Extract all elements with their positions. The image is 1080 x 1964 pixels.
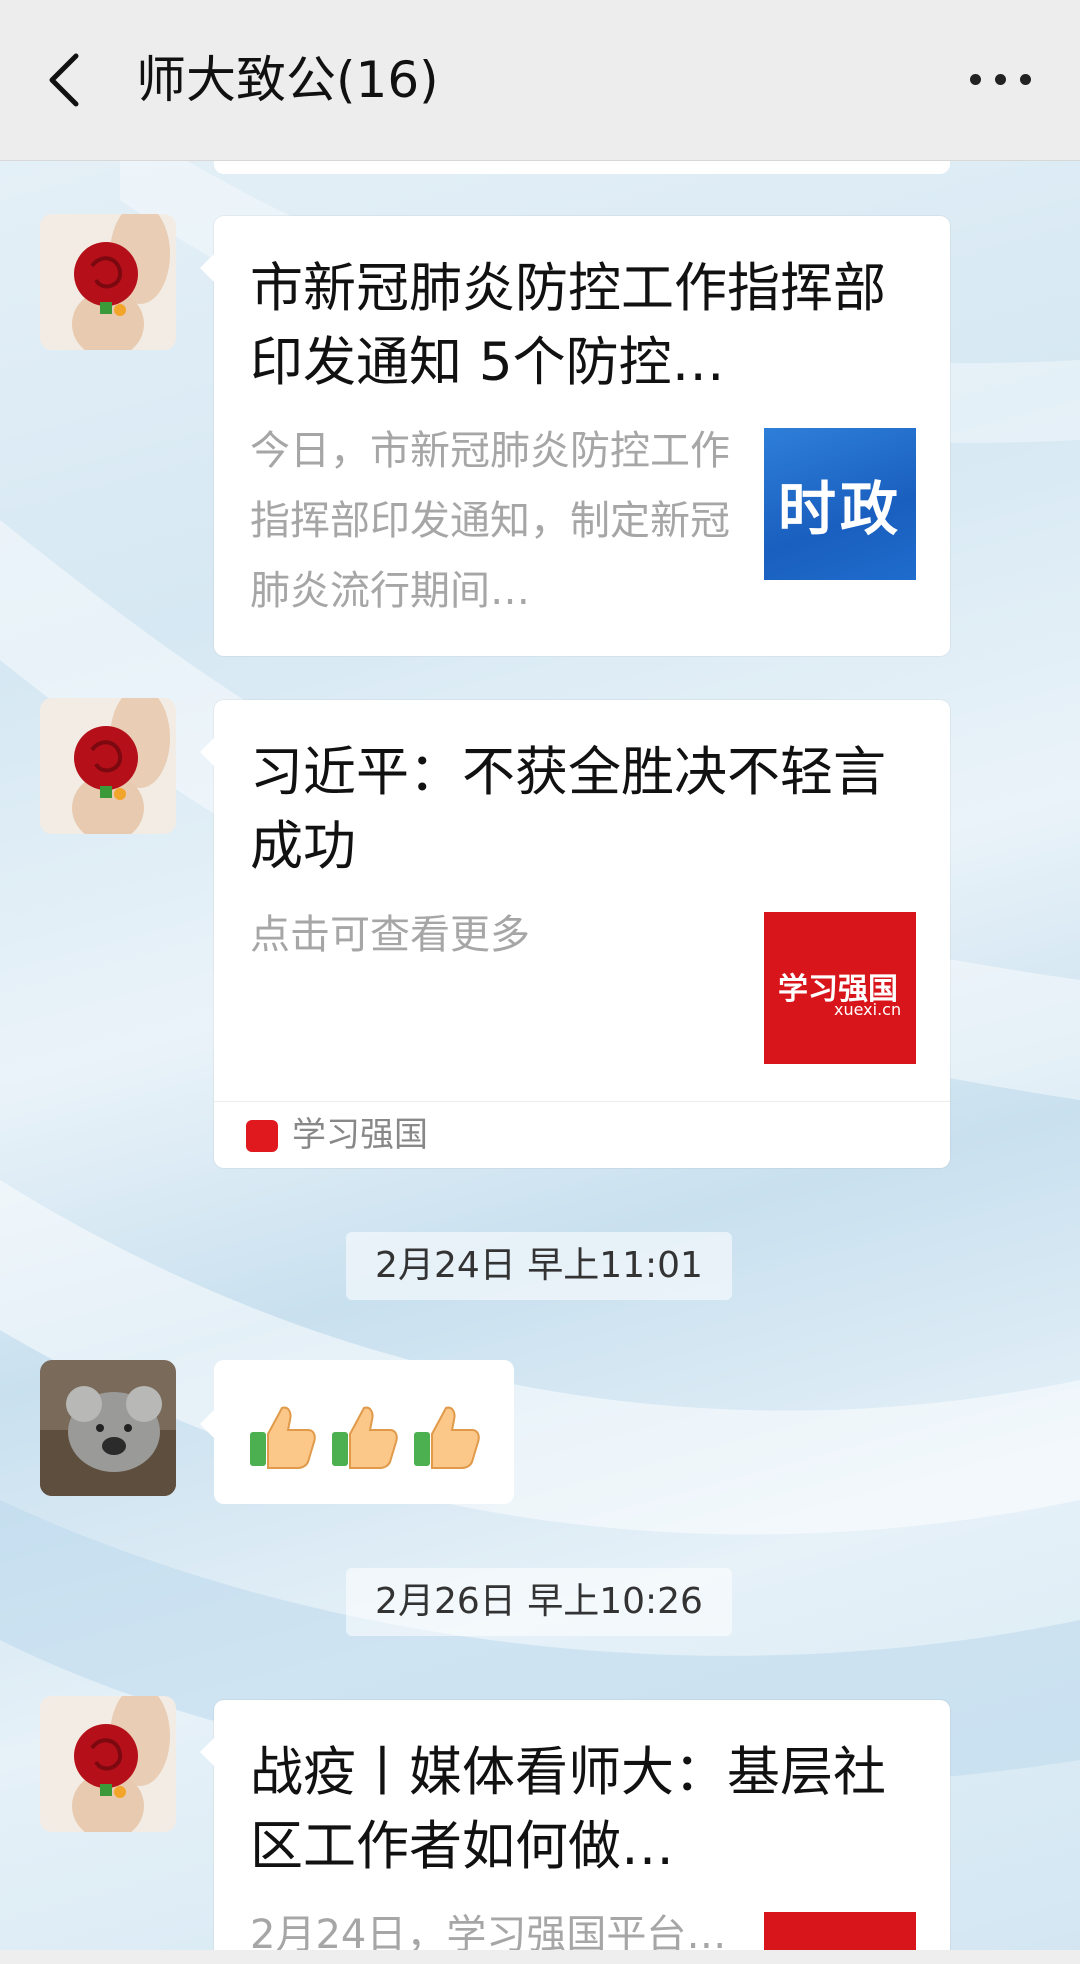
card-source-bar: 学习强国 [214, 1101, 950, 1168]
avatar[interactable] [40, 214, 176, 350]
avatar[interactable] [40, 698, 176, 834]
more-options-icon[interactable] [966, 64, 1036, 94]
thumbnail-sublabel: xuexi.cn [834, 1000, 902, 1019]
card-description: 今日，市新冠肺炎防控工作指挥部印发通知，制定新冠肺炎流行期间… [250, 428, 730, 614]
avatar[interactable] [40, 1696, 176, 1832]
link-card[interactable]: 习近平：不获全胜决不轻言成功 点击可查看更多 学习强国 xuexi.cn 学习强… [200, 700, 950, 1168]
chat-title: 师大致公(16) [136, 51, 439, 109]
card-title: 市新冠肺炎防控工作指挥部印发通知 5个防控… [250, 258, 886, 393]
card-thumbnail: 时政 [764, 428, 916, 580]
back-arrow-icon[interactable] [44, 52, 84, 108]
thumbs-up-icon [414, 1406, 480, 1469]
timestamp: 2月24日 早上11:01 [346, 1232, 732, 1300]
card-source-name: 学习强国 [292, 1115, 428, 1155]
chat-header: 师大致公(16) [0, 0, 1080, 161]
link-card[interactable]: 市新冠肺炎防控工作指挥部印发通知 5个防控… 今日，市新冠肺炎防控工作指挥部印发… [200, 216, 950, 656]
card-thumbnail: 学习强国 xuexi.cn [764, 912, 916, 1064]
thumbs-up-icon [250, 1406, 316, 1469]
card-description: 点击可查看更多 [250, 912, 530, 958]
link-card[interactable]: 战疫丨媒体看师大：基层社区工作者如何做… 2月24日，学习强国平台… [200, 1700, 950, 1964]
thumbs-up-icon [332, 1406, 398, 1469]
xuexi-logo-icon [246, 1120, 278, 1152]
emoji-message[interactable] [200, 1360, 514, 1504]
card-title: 战疫丨媒体看师大：基层社区工作者如何做… [250, 1742, 886, 1877]
card-title: 习近平：不获全胜决不轻言成功 [250, 742, 886, 877]
bottom-bar [0, 1950, 1080, 1964]
timestamp: 2月26日 早上10:26 [346, 1568, 732, 1636]
avatar[interactable] [40, 1360, 176, 1496]
